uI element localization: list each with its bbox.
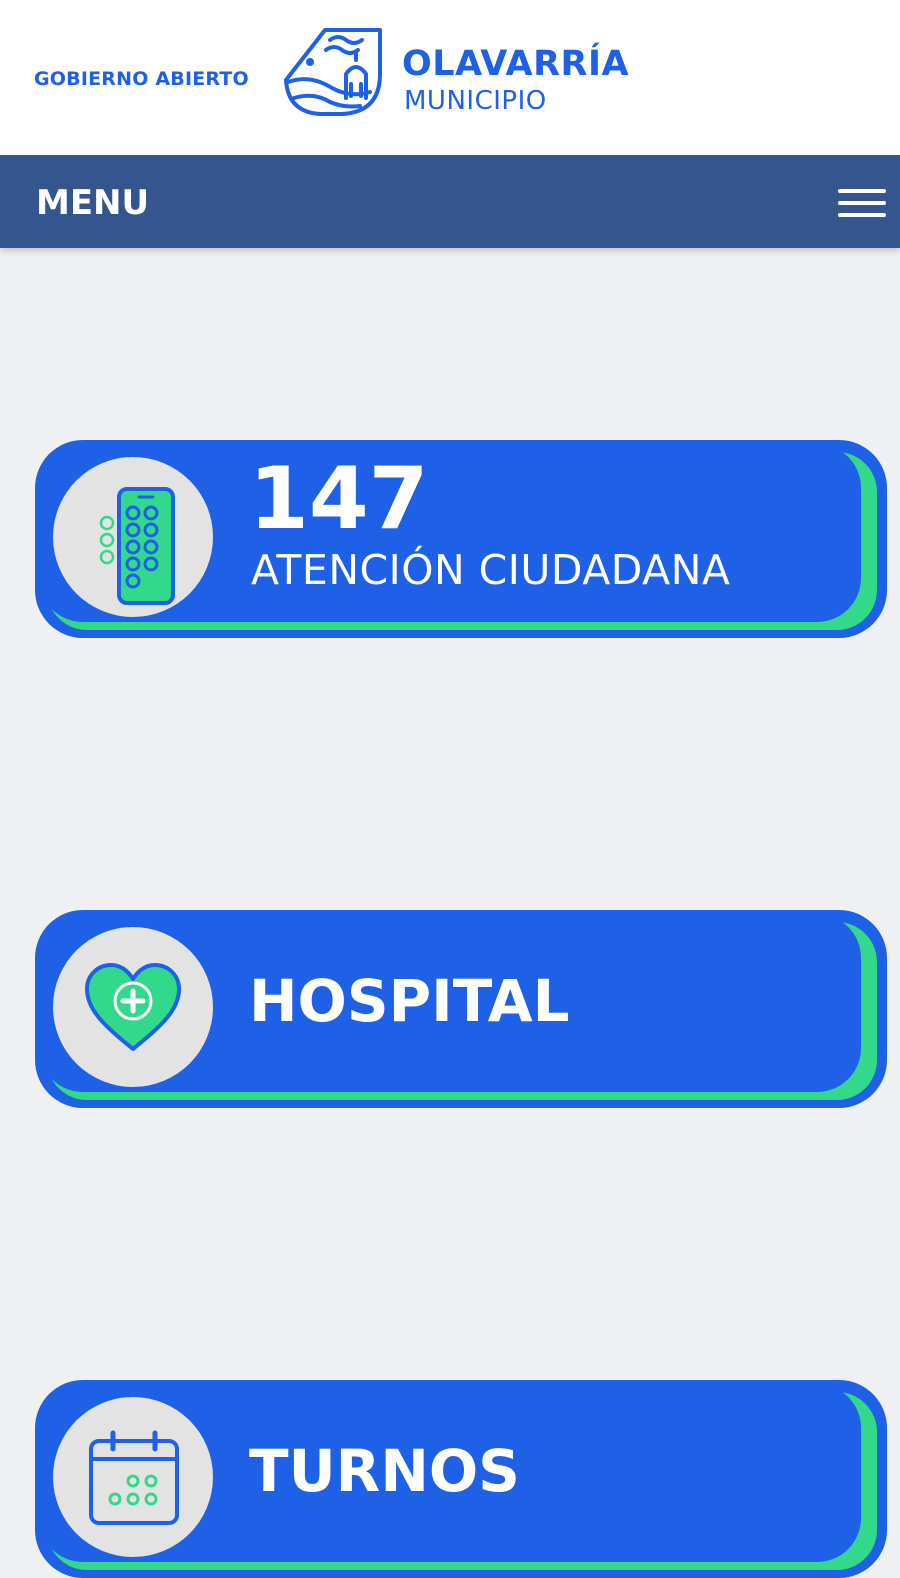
- gobierno-abierto-link[interactable]: GOBIERNO ABIERTO: [34, 68, 249, 90]
- calendar-icon: [89, 1430, 179, 1525]
- phone-keypad-icon: [99, 487, 175, 605]
- logo-name: OLAVARRÍA: [402, 44, 630, 84]
- hamburger-menu-icon[interactable]: [838, 189, 886, 219]
- hospital-button[interactable]: HOSPITAL: [35, 910, 887, 1108]
- card-number: 147: [249, 449, 429, 549]
- atencion-ciudadana-button[interactable]: 147 ATENCIÓN CIUDADANA: [35, 440, 887, 638]
- menu-label[interactable]: MENU: [36, 183, 149, 223]
- heart-plus-icon: [85, 963, 181, 1051]
- site-header: GOBIERNO ABIERTO OLAVARRÍA MUNICIPIO: [0, 0, 900, 155]
- turnos-button[interactable]: TURNOS: [35, 1380, 887, 1578]
- heart-plus-icon-circle: [53, 927, 213, 1087]
- card-label: HOSPITAL: [249, 967, 570, 1035]
- phone-keypad-icon-circle: [53, 457, 213, 617]
- olavarria-logo[interactable]: OLAVARRÍA MUNICIPIO: [280, 22, 630, 132]
- card-label: ATENCIÓN CIUDADANA: [251, 546, 731, 594]
- card-label: TURNOS: [249, 1437, 520, 1505]
- municipal-emblem-icon: [284, 28, 382, 116]
- calendar-icon-circle: [53, 1397, 213, 1557]
- logo-subtitle: MUNICIPIO: [404, 86, 547, 116]
- menu-bar: MENU: [0, 155, 900, 248]
